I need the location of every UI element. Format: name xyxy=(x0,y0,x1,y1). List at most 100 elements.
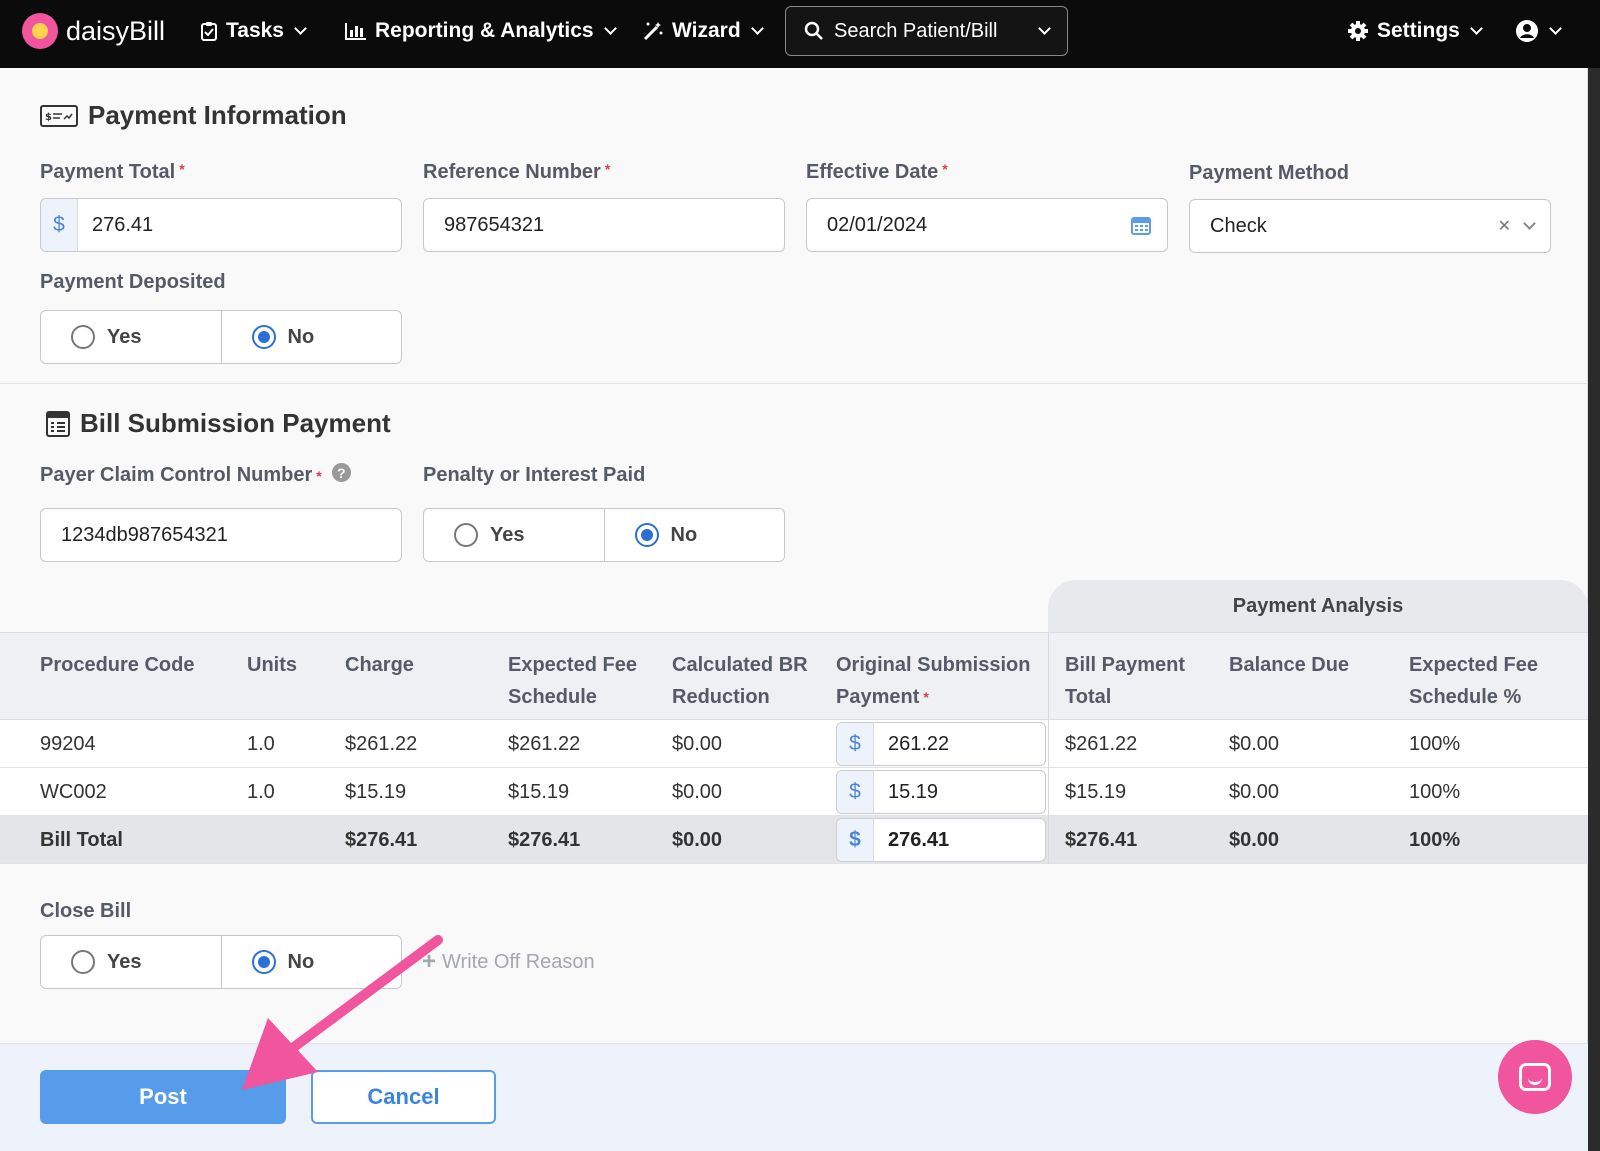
header-line: Expected Fee xyxy=(1409,654,1538,676)
user-menu[interactable] xyxy=(1515,0,1562,62)
payment-analysis-header: Payment Analysis xyxy=(1048,580,1588,632)
header-line: Calculated BR xyxy=(672,654,808,676)
header-line: Total xyxy=(1065,686,1112,708)
search-patient-bill[interactable]: Search Patient/Bill xyxy=(785,6,1068,56)
magic-wand-icon xyxy=(643,22,663,41)
option-label: Yes xyxy=(107,950,142,973)
col-procedure-code: Procedure Code xyxy=(40,654,195,676)
required-asterisk: * xyxy=(316,467,322,484)
nav-wizard[interactable]: Wizard xyxy=(642,0,764,62)
cell-units: 1.0 xyxy=(247,781,275,803)
original-payment-input[interactable]: $15.19 xyxy=(836,770,1046,814)
cell-br-reduction: $0.00 xyxy=(672,781,723,803)
post-button[interactable]: Post xyxy=(40,1070,286,1124)
nav-settings[interactable]: Settings xyxy=(1347,0,1483,62)
label-text: Payment Total xyxy=(40,161,176,183)
cell-balance-due: $0.00 xyxy=(1229,733,1280,755)
radio-selected[interactable] xyxy=(251,325,276,349)
cell-expected-fee: $261.22 xyxy=(508,733,581,755)
cancel-button[interactable]: Cancel xyxy=(311,1070,496,1124)
option-label: No xyxy=(287,325,315,348)
chat-support-button[interactable] xyxy=(1498,1040,1572,1114)
svg-text:$: $ xyxy=(45,112,52,123)
daisy-logo-icon xyxy=(22,13,58,49)
original-payment-total-input[interactable]: $276.41 xyxy=(836,818,1046,862)
radio-unselected[interactable] xyxy=(454,523,478,547)
effective-date-value: 02/01/2024 xyxy=(827,213,928,236)
close-bill-no[interactable]: No xyxy=(220,936,402,988)
col-balance-due: Balance Due xyxy=(1229,654,1350,676)
radio-unselected[interactable] xyxy=(71,950,95,974)
nav-reporting[interactable]: Reporting & Analytics xyxy=(345,0,617,62)
label-text: Payer Claim Control Number xyxy=(40,464,313,486)
cell-charge: $15.19 xyxy=(345,781,407,803)
required-asterisk: * xyxy=(179,161,185,177)
reference-number-field[interactable]: 987654321 xyxy=(423,198,785,252)
header-line: Schedule % xyxy=(1409,686,1522,708)
header-line: Bill Payment xyxy=(1065,654,1186,676)
write-off-label: Write Off Reason xyxy=(442,950,595,973)
spreadsheet-icon xyxy=(46,410,70,437)
penalty-interest-label: Penalty or Interest Paid xyxy=(423,464,646,486)
header-line: Schedule xyxy=(508,686,597,708)
radio-selected[interactable] xyxy=(251,950,276,974)
radio-selected[interactable] xyxy=(634,523,659,547)
payment-total-field[interactable]: $ 276.41 xyxy=(40,198,402,252)
cell-bill-payment-total: $15.19 xyxy=(1065,781,1127,803)
cell-procedure-code: WC002 xyxy=(40,781,107,803)
table-row: 99204 1.0 $261.22 $261.22 $0.00 $261.22 … xyxy=(0,720,1588,768)
cell-expected-pct: 100% xyxy=(1409,829,1461,851)
currency-prefix: $ xyxy=(837,819,874,861)
label-text: Reference Number xyxy=(423,161,601,183)
nav-wizard-label: Wizard xyxy=(672,19,741,42)
nav-settings-label: Settings xyxy=(1377,19,1460,42)
nav-tasks-label: Tasks xyxy=(226,19,284,42)
help-icon[interactable]: ? xyxy=(331,463,351,482)
chevron-down-icon xyxy=(1038,22,1051,35)
top-nav-bar: daisyBill Tasks Reporting & Analytics Wi… xyxy=(0,0,1600,68)
effective-date-label: Effective Date * xyxy=(806,161,948,184)
search-icon xyxy=(804,21,823,40)
close-bill-yes[interactable]: Yes xyxy=(41,936,221,988)
chevron-down-icon xyxy=(1469,22,1483,35)
payment-method-select[interactable]: Check ✕ xyxy=(1189,199,1551,253)
payment-total-label: Payment Total * xyxy=(40,161,185,184)
chevron-down-icon xyxy=(603,22,617,35)
cell-expected-fee: $276.41 xyxy=(508,829,581,851)
chevron-down-icon[interactable] xyxy=(1523,217,1536,230)
currency-prefix: $ xyxy=(41,199,78,251)
option-label: No xyxy=(287,950,315,973)
brand-name: daisyBill xyxy=(66,15,166,46)
cell-balance-due: $0.00 xyxy=(1229,829,1280,851)
clear-icon[interactable]: ✕ xyxy=(1498,216,1511,236)
penalty-interest-no[interactable]: No xyxy=(603,509,785,561)
payment-analysis-divider xyxy=(1048,632,1049,864)
payment-deposited-yes[interactable]: Yes xyxy=(41,311,221,363)
cell-bill-payment-total: $276.41 xyxy=(1065,829,1138,851)
clipboard-check-icon xyxy=(201,22,217,41)
effective-date-field[interactable]: 02/01/2024 xyxy=(806,198,1168,252)
plus-icon: + xyxy=(422,948,437,975)
col-expected-fee-schedule: Expected Fee Schedule xyxy=(508,649,637,713)
bar-chart-icon xyxy=(345,23,366,40)
required-asterisk: * xyxy=(923,689,929,705)
cell-total-label: Bill Total xyxy=(40,829,123,851)
write-off-reason-link[interactable]: + Write Off Reason xyxy=(422,948,595,976)
chat-bubble-icon xyxy=(1519,1063,1551,1091)
nav-tasks[interactable]: Tasks xyxy=(200,0,307,62)
cell-charge: $276.41 xyxy=(345,829,418,851)
radio-unselected[interactable] xyxy=(71,325,95,349)
required-asterisk: * xyxy=(604,161,611,177)
penalty-interest-yes[interactable]: Yes xyxy=(424,509,604,561)
header-line: Original Submission xyxy=(836,654,1031,676)
original-payment-value: 276.41 xyxy=(888,828,950,851)
brand-logo[interactable]: daisyBill xyxy=(22,0,165,62)
original-payment-input[interactable]: $261.22 xyxy=(836,722,1046,766)
section-title: Payment Information xyxy=(88,100,347,130)
table-row: WC002 1.0 $15.19 $15.19 $0.00 $15.19 $15… xyxy=(0,768,1588,816)
payment-deposited-no[interactable]: No xyxy=(220,311,402,363)
payer-claim-control-number-field[interactable]: 1234db987654321 xyxy=(40,508,402,562)
payer-claim-control-number-label: Payer Claim Control Number * ? xyxy=(40,463,351,487)
calendar-icon[interactable] xyxy=(1131,215,1151,235)
table-total-row: Bill Total $276.41 $276.41 $0.00 $276.41… xyxy=(0,816,1588,864)
